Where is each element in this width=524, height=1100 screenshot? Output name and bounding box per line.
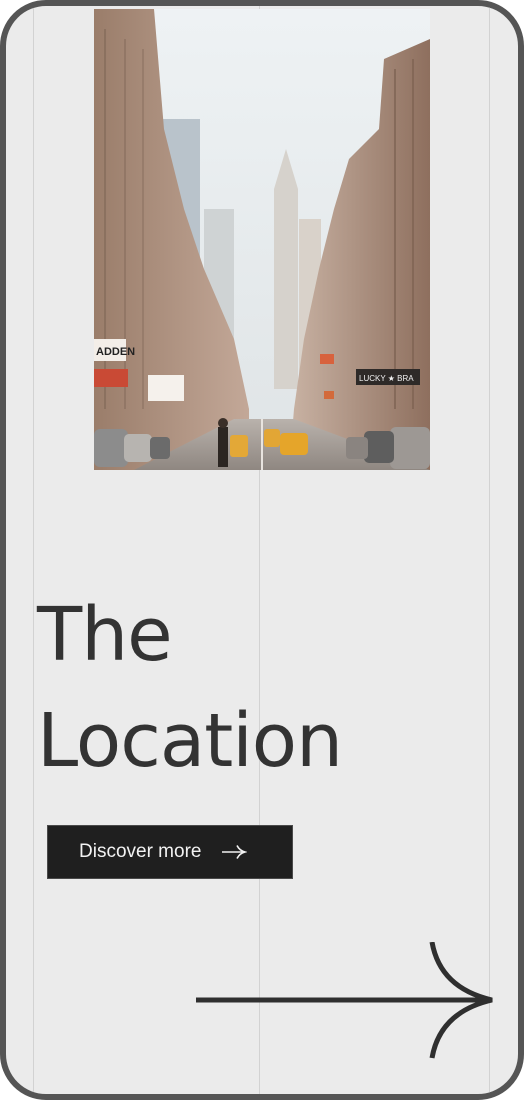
arrow-right-icon <box>221 844 248 860</box>
svg-text:ADDEN: ADDEN <box>96 346 135 358</box>
grid-guide-right <box>489 6 490 1094</box>
page-title-line-2: Location <box>37 698 343 784</box>
page-title-line-1: The <box>37 592 173 678</box>
grid-guide-left <box>33 6 34 1094</box>
page-title: The Location <box>37 582 343 794</box>
discover-more-button[interactable]: Discover more <box>47 825 293 879</box>
discover-more-label: Discover more <box>79 841 202 862</box>
location-photo: ADDEN LUCKY ★ BRA <box>94 9 430 470</box>
arrow-right-large-icon[interactable] <box>196 941 496 1062</box>
phone-frame: ADDEN LUCKY ★ BRA The Location Discover … <box>0 0 524 1100</box>
svg-text:LUCKY ★ BRA: LUCKY ★ BRA <box>359 374 414 383</box>
